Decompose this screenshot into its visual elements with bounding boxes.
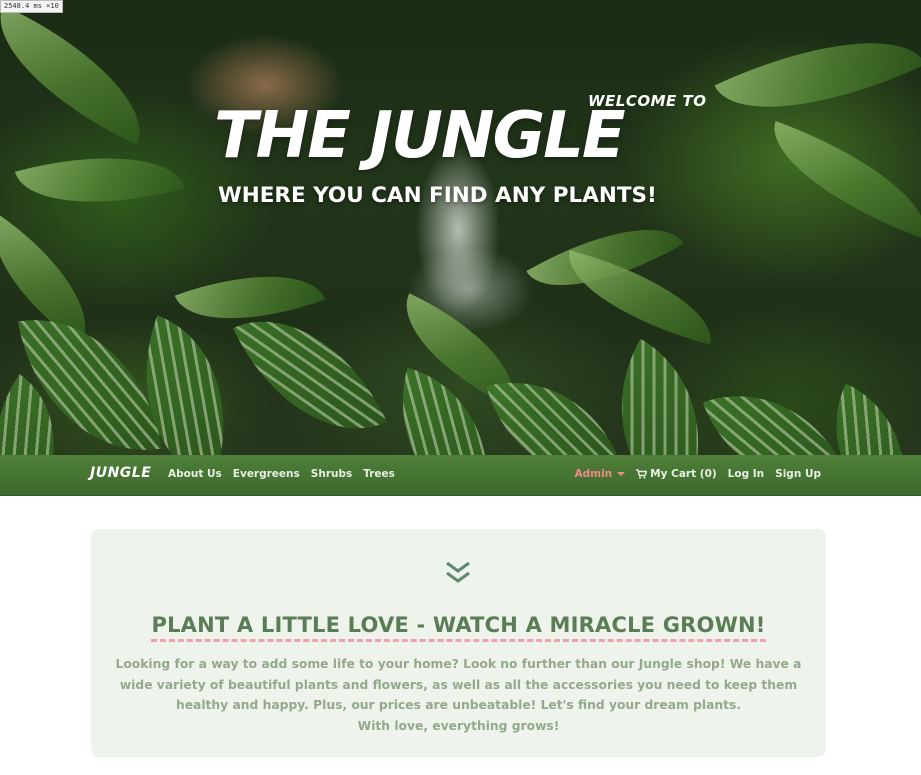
nav-link-evergreens[interactable]: Evergreens <box>233 468 300 480</box>
caret-down-icon <box>617 472 626 476</box>
admin-dropdown[interactable]: Admin <box>575 468 626 480</box>
dev-timing-badge: 2548.4 ms ×10 <box>0 0 63 13</box>
cart-icon <box>636 469 648 479</box>
cart-label: My Cart (0) <box>650 468 717 480</box>
intro-headline-text: PLANT A LITTLE LOVE - WATCH A MIRACLE GR… <box>151 613 766 642</box>
nav-left-links: About Us Evergreens Shrubs Trees <box>168 468 395 480</box>
hero-text-block: WELCOME TO THE JUNGLE WHERE YOU CAN FIND… <box>0 0 921 455</box>
intro-headline: PLANT A LITTLE LOVE - WATCH A MIRACLE GR… <box>91 613 826 642</box>
intro-body: Looking for a way to add some life to yo… <box>115 654 802 736</box>
main-navbar: JUNGLE About Us Evergreens Shrubs Trees … <box>0 455 921 496</box>
admin-label: Admin <box>574 468 613 480</box>
hero-banner: WELCOME TO THE JUNGLE WHERE YOU CAN FIND… <box>0 0 921 455</box>
nav-link-about-us[interactable]: About Us <box>168 468 222 480</box>
intro-body-text: Looking for a way to add some life to yo… <box>115 657 802 712</box>
nav-link-shrubs[interactable]: Shrubs <box>311 468 352 480</box>
hero-subtitle: WHERE YOU CAN FIND ANY PLANTS! <box>218 183 657 208</box>
intro-card: PLANT A LITTLE LOVE - WATCH A MIRACLE GR… <box>91 529 826 757</box>
nav-link-trees[interactable]: Trees <box>363 468 395 480</box>
intro-signoff: With love, everything grows! <box>357 718 560 733</box>
hero-title: THE JUNGLE <box>214 99 626 173</box>
cart-link[interactable]: My Cart (0) <box>636 468 717 480</box>
brand-logo-link[interactable]: JUNGLE <box>90 465 151 481</box>
signup-link[interactable]: Sign Up <box>775 468 821 480</box>
login-link[interactable]: Log In <box>728 468 764 480</box>
double-chevron-down-icon[interactable] <box>443 558 473 588</box>
nav-right-links: Admin My Cart (0) Log In Sign Up <box>575 468 822 480</box>
